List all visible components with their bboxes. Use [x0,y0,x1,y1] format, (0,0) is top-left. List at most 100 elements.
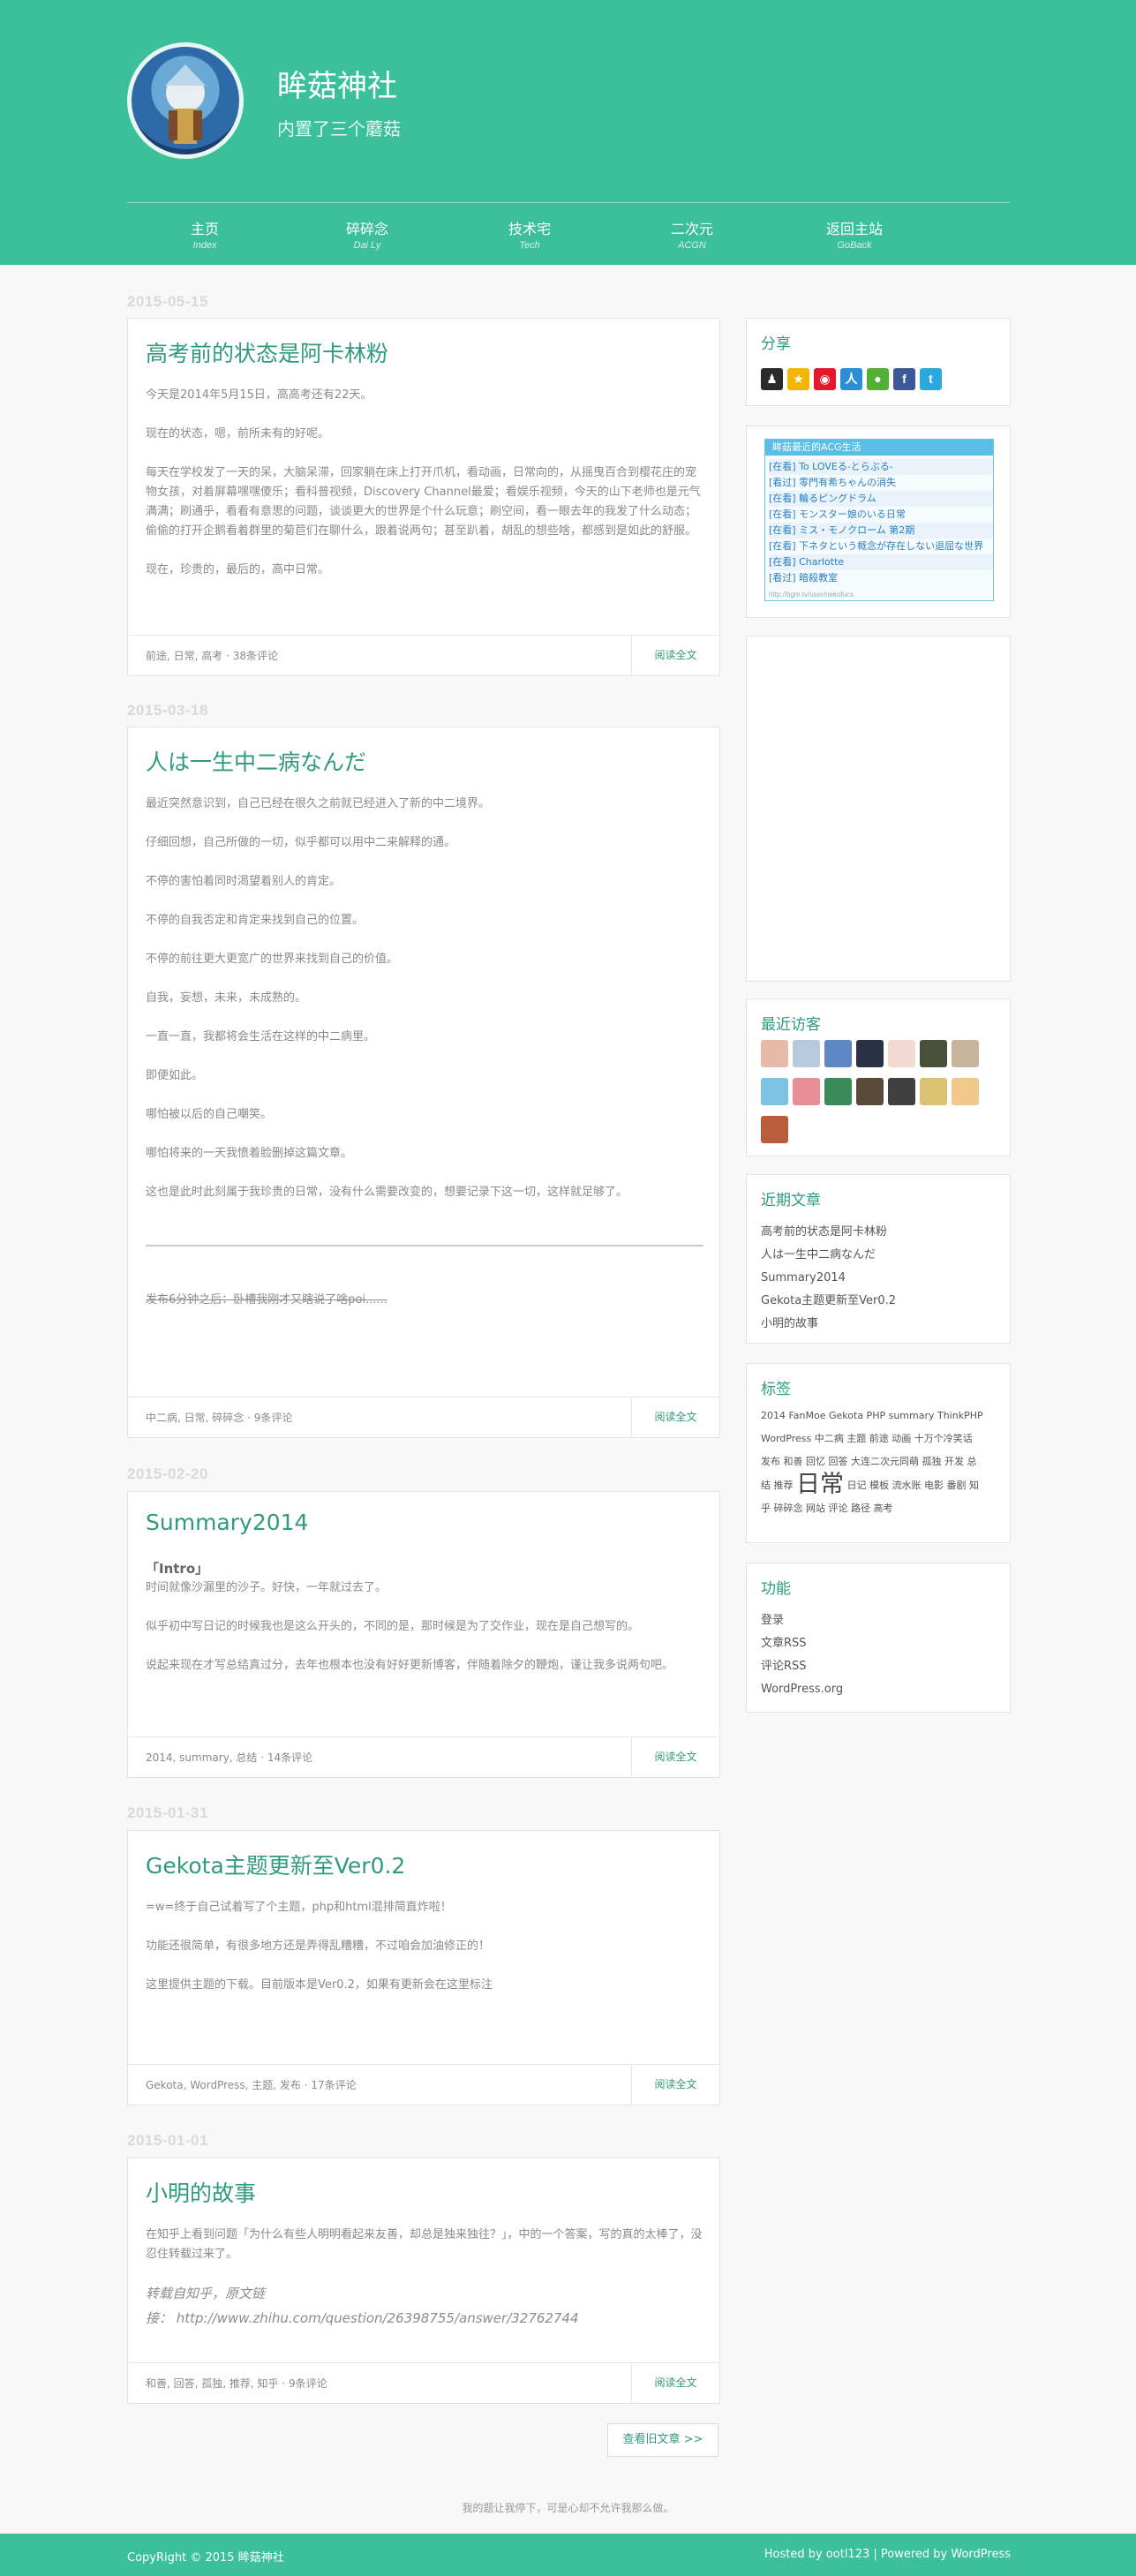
read-more-button[interactable]: 阅读全文 [631,2065,719,2105]
post-paragraph: 仔细回想，自己所做的一切，似乎都可以用中二来解释的通。 [146,836,456,849]
post-title[interactable]: Gekota主题更新至Ver0.2 [146,1849,405,1880]
visitor-avatar[interactable] [952,1078,979,1105]
post-excerpt: 在知乎上看到问题「为什么有些人明明看起来友善，却总是独来独往？」，中的一个答案，… [146,2226,703,2333]
visitor-avatar[interactable] [824,1078,852,1105]
nav-item-tech[interactable]: 技术宅 Tech [477,217,583,251]
post-title[interactable]: 人は一生中二病なんだ [146,745,366,777]
post-date: 2015-05-15 [127,293,208,310]
acg-item[interactable]: [看过] 零門有希ちゃんの消失 [769,475,993,491]
tag-line[interactable]: 结 推荐 日常 日记 模板 流水账 电影 番剧 知 [761,1473,1001,1497]
post-paragraph: 这也是此时此刻属于我珍贵的日常，没有什么需要改变的，想要记录下这一切，这样就足够… [146,1186,628,1199]
post-date: 2015-01-01 [127,2132,208,2149]
post-title[interactable]: Summary2014 [146,1510,308,1535]
tag-cloud[interactable]: 2014 FanMoe Gekota PHP summary ThinkPHP … [761,1405,1001,1520]
visitor-avatar[interactable] [888,1040,915,1067]
recent-post-link[interactable]: Summary2014 [761,1267,896,1290]
tag-text[interactable]: 日记 模板 流水账 电影 番剧 知 [847,1480,979,1491]
post-meta[interactable]: 中二病, 日常, 碎碎念 · 9条评论 [146,1410,292,1425]
horizontal-rule [146,1245,703,1247]
acg-footer-link[interactable]: http://bgm.tv/user/nekofucs [769,591,854,599]
visitor-avatar[interactable] [888,1078,915,1105]
nav-divider [127,202,1010,203]
visitor-avatar[interactable] [824,1040,852,1067]
acg-item[interactable]: [在看] モンスター娘のいる日常 [769,507,993,523]
recent-post-link[interactable]: 人は一生中二病なんだ [761,1244,896,1267]
visitor-avatar[interactable] [920,1040,947,1067]
acg-item[interactable]: [看过] 暗殺教室 [769,570,993,586]
post-title[interactable]: 小明的故事 [146,2176,256,2208]
visitor-avatar[interactable] [952,1040,979,1067]
read-more-button[interactable]: 阅读全文 [631,1397,719,1437]
visitor-avatar[interactable] [761,1116,788,1143]
post-title[interactable]: 高考前的状态是阿卡林粉 [146,336,388,368]
post-meta[interactable]: 和善, 回答, 孤独, 推荐, 知乎 · 9条评论 [146,2376,327,2391]
wordpress-link[interactable]: WordPress.org [761,1678,843,1701]
visitor-avatar[interactable] [761,1078,788,1105]
recent-post-link[interactable]: Gekota主题更新至Ver0.2 [761,1290,896,1313]
comments-rss-link[interactable]: 评论RSS [761,1655,843,1678]
tag-line[interactable]: 乎 碎碎念 网站 评论 路径 高考 [761,1497,1001,1520]
tag-line[interactable]: 2014 FanMoe Gekota PHP summary ThinkPHP [761,1405,1001,1427]
facebook-icon[interactable]: f [893,368,915,390]
acg-item[interactable]: [在看] ミス・モノクローム 第2期 [769,523,993,539]
post-footer: 和善, 回答, 孤独, 推荐, 知乎 · 9条评论 阅读全文 [128,2362,719,2403]
weibo-icon[interactable]: ◉ [814,368,836,390]
post-paragraph: 说起来现在才写总结真过分，去年也根本也没有好好更新博客，伴随着除夕的鞭炮，谨让我… [146,1659,674,1672]
qq-icon[interactable]: ♟ [761,368,783,390]
nav-item-acgn[interactable]: 二次元 ACGN [639,217,745,251]
site-avatar[interactable] [127,42,244,159]
acg-item[interactable]: [在看] Charlotte [769,554,993,570]
nav-label: 碎碎念 [345,221,388,237]
recent-post-link[interactable]: 小明的故事 [761,1313,896,1336]
recent-post-link[interactable]: 高考前的状态是阿卡林粉 [761,1221,896,1244]
read-more-button[interactable]: 阅读全文 [631,2363,719,2403]
tag-line[interactable]: WordPress 中二病 主题 前途 动画 十万个冷笑话 [761,1427,1001,1450]
older-posts-button[interactable]: 查看旧文章 >> [607,2423,718,2457]
acg-item[interactable]: [在看] 輪るピングドラム [769,491,993,507]
nav-item-daily[interactable]: 碎碎念 Dai Ly [314,217,420,251]
login-link[interactable]: 登录 [761,1609,843,1632]
post-paragraph: 功能还很简单，有很多地方还是弄得乱糟糟，不过咱会加油修正的！ [146,1940,491,1953]
hosted-by[interactable]: Hosted by ootl123 | Powered by WordPress [764,2548,1011,2561]
site-description: 内置了三个蘑菇 [277,118,401,139]
post-meta[interactable]: Gekota, WordPress, 主题, 发布 · 17条评论 [146,2077,357,2092]
read-more-button[interactable]: 阅读全文 [631,1737,719,1777]
copyright: CopyRight © 2015 眸菇神社 [127,2551,284,2565]
read-more-button[interactable]: 阅读全文 [631,636,719,675]
nav-sublabel: Index [192,240,217,251]
visitor-avatar[interactable] [793,1078,820,1105]
nav-sublabel: ACGN [678,240,706,251]
post-meta[interactable]: 前途, 日常, 高考 · 38条评论 [146,648,278,663]
widget-title: 近期文章 [761,1192,821,1209]
visitor-avatar[interactable] [856,1040,884,1067]
renren-icon[interactable]: 人 [840,368,862,390]
visitor-avatar[interactable] [793,1040,820,1067]
post-meta[interactable]: 2014, summary, 总结 · 14条评论 [146,1750,312,1765]
post-paragraph: 哪怕将来的一天我愤着脸删掉这篇文章。 [146,1147,353,1160]
twitter-icon[interactable]: t [920,368,942,390]
post-paragraph: 似乎初中写日记的时候我也是这么开头的，不同的是，那时候是为了交作业，现在是自己想… [146,1620,640,1633]
main-nav: 主页 Index 碎碎念 Dai Ly 技术宅 Tech 二次元 ACGN 返回… [127,217,1010,256]
site-title[interactable]: 眸菇神社 [277,62,397,105]
acg-item[interactable]: [在看] 下ネタという概念が存在しない退屈な世界 [769,539,993,554]
visitor-avatar[interactable] [920,1078,947,1105]
nav-item-index[interactable]: 主页 Index [152,217,258,251]
post-footer: 中二病, 日常, 碎碎念 · 9条评论 阅读全文 [128,1397,719,1437]
post-quote: 转载自知乎，原文链 [146,2286,266,2301]
post-paragraph: 现在，珍贵的，最后的，高中日常。 [146,563,330,576]
wechat-icon[interactable]: ● [867,368,889,390]
acg-item[interactable]: [在看] To LOVEる-とらぶる- [769,459,993,475]
visitor-avatar[interactable] [761,1040,788,1067]
tag-text[interactable]: 结 推荐 [761,1480,794,1491]
visitor-avatar[interactable] [856,1078,884,1105]
post-paragraph: 不停的前往更大更宽广的世界来找到自己的价值。 [146,953,399,966]
tag-big[interactable]: 日常 [796,1471,844,1498]
post-date: 2015-02-20 [127,1465,208,1482]
nav-item-goback[interactable]: 返回主站 GoBack [801,217,907,251]
share-widget: 分享 ♟ ★ ◉ 人 ● f t [746,318,1011,406]
post-footer: Gekota, WordPress, 主题, 发布 · 17条评论 阅读全文 [128,2064,719,2105]
posts-rss-link[interactable]: 文章RSS [761,1632,843,1655]
qzone-icon[interactable]: ★ [787,368,809,390]
post-quote[interactable]: 接： http://www.zhihu.com/question/2639875… [146,2309,703,2328]
nav-sublabel: GoBack [837,240,872,251]
